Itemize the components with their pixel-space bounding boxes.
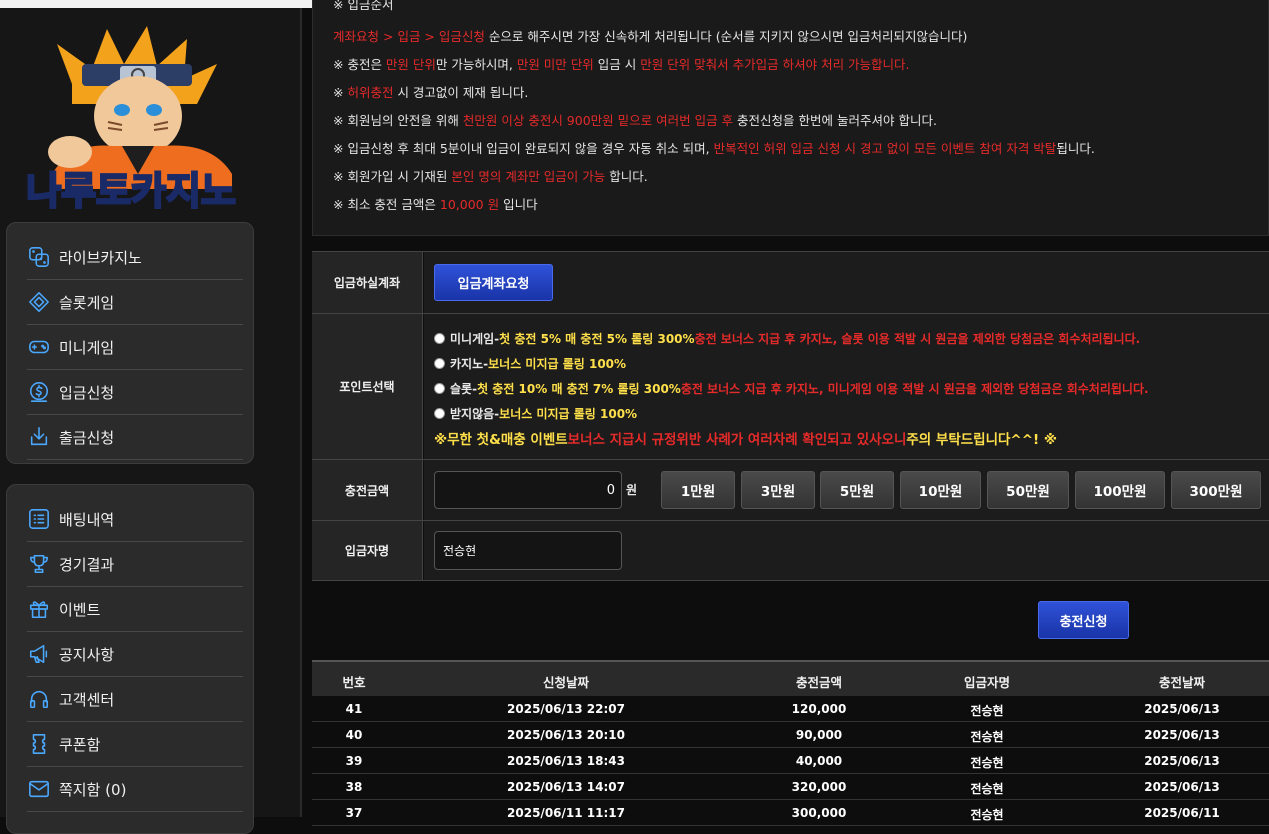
menu-label: 슬롯게임 xyxy=(59,293,115,312)
sub-menu-panel: 배팅내역 경기결과 이벤트 공지사항 고객센터 쿠폰함 쪽지함 (0) xyxy=(6,484,254,834)
header-charge-date: 충전날짜 xyxy=(1158,675,1206,690)
dice-icon xyxy=(27,245,51,269)
site-logo[interactable]: 나루토카지노 xyxy=(12,24,250,214)
menu-match-results[interactable]: 경기결과 xyxy=(27,542,243,587)
amount-button-100k[interactable]: 10만원 xyxy=(900,471,981,509)
menu-deposit[interactable]: 입금신청 xyxy=(27,370,243,415)
notice-line-timeout: ※ 입금신청 후 최대 5분이내 입금이 완료되지 않을 경우 자동 취소 되며… xyxy=(333,141,1095,156)
radio-casino[interactable] xyxy=(434,358,445,369)
menu-label: 라이브카지노 xyxy=(59,248,142,267)
menu-betting-history[interactable]: 배팅내역 xyxy=(27,497,243,542)
row-account: 입금하실계좌 입금계좌요청 xyxy=(312,252,1269,314)
menu-slot-game[interactable]: 슬롯게임 xyxy=(27,280,243,325)
amount-button-10k[interactable]: 1만원 xyxy=(661,471,735,509)
svg-text:나루토카지노: 나루토카지노 xyxy=(26,169,236,210)
menu-event[interactable]: 이벤트 xyxy=(27,587,243,632)
submit-deposit-button[interactable]: 충전신청 xyxy=(1038,601,1129,639)
menu-message-box[interactable]: 쪽지함 (0) xyxy=(27,767,243,812)
menu-label: 출금신청 xyxy=(59,428,115,447)
won-unit: 원 xyxy=(626,483,638,497)
naruto-logo-icon: 나루토카지노 xyxy=(25,26,237,214)
menu-label: 배팅내역 xyxy=(59,510,115,529)
download-icon xyxy=(27,425,51,449)
amount-button-50k[interactable]: 5만원 xyxy=(820,471,894,509)
menu-label: 쿠폰함 xyxy=(59,735,101,754)
header-depositor: 입금자명 xyxy=(963,675,1011,690)
amount-button-500k[interactable]: 50만원 xyxy=(987,471,1069,509)
menu-coupon-box[interactable]: 쿠폰함 xyxy=(27,722,243,767)
table-row: 41 2025/06/13 22:07 120,000 전승현 2025/06/… xyxy=(312,696,1269,722)
menu-customer-center[interactable]: 고객센터 xyxy=(27,677,243,722)
row-depositor: 입금자명 xyxy=(312,521,1269,581)
row-amount: 충전금액 원 1만원 3만원 5만원 10만원 50만원 100만원 300만원 xyxy=(312,460,1269,521)
amount-input[interactable] xyxy=(434,471,622,509)
amount-button-1m[interactable]: 100만원 xyxy=(1075,471,1165,509)
table-row: 40 2025/06/13 20:10 90,000 전승현 2025/06/1… xyxy=(312,722,1269,748)
deposit-page: ※ 입금순서 계좌요청 > 입금 > 입금신청 순으로 해주시면 가장 신속하게… xyxy=(312,0,1269,826)
table-row: 37 2025/06/11 11:17 300,000 전승현 2025/06/… xyxy=(312,800,1269,826)
amount-button-3m[interactable]: 300만원 xyxy=(1171,471,1261,509)
amount-button-30k[interactable]: 3만원 xyxy=(741,471,815,509)
notice-line-safety: ※ 회원님의 안전을 위해 천만원 이상 충전시 900만원 밑으로 여러번 입… xyxy=(333,113,937,128)
menu-notice[interactable]: 공지사항 xyxy=(27,632,243,677)
menu-label: 이벤트 xyxy=(59,600,101,619)
deposit-form: 입금하실계좌 입금계좌요청 포인트선택 미니게임 - 첫 충전 5% 매 충전 … xyxy=(312,251,1269,581)
gift-icon xyxy=(27,597,51,621)
main-menu-panel: 라이브카지노 슬롯게임 미니게임 입금신청 출금신청 xyxy=(6,222,254,464)
radio-mini[interactable] xyxy=(434,333,445,344)
trophy-icon xyxy=(27,552,51,576)
notice-line-unit: ※ 충전은 만원 단위만 가능하시며, 만원 미만 단위 입금 시 만원 단위 … xyxy=(333,57,910,72)
header-number: 번호 xyxy=(342,675,366,690)
point-label: 포인트선택 xyxy=(312,314,423,459)
notice-heading: ※ 입금순서 xyxy=(333,0,394,12)
notice-line-account: ※ 회원가입 시 기재된 본인 명의 계좌만 입금이 가능 합니다. xyxy=(333,169,648,184)
radio-slot[interactable] xyxy=(434,383,445,394)
menu-mini-game[interactable]: 미니게임 xyxy=(27,325,243,370)
history-header: 번호 신청날짜 충전금액 입금자명 충전날짜 xyxy=(312,660,1269,696)
gamepad-icon xyxy=(27,335,51,359)
radio-none[interactable] xyxy=(434,408,445,419)
ticket-icon xyxy=(27,732,51,756)
menu-label: 쪽지함 (0) xyxy=(59,780,127,799)
table-row: 38 2025/06/13 14:07 320,000 전승현 2025/06/… xyxy=(312,774,1269,800)
table-row: 39 2025/06/13 18:43 40,000 전승현 2025/06/1… xyxy=(312,748,1269,774)
point-option-none[interactable]: 받지않음 - 보너스 미지급 롤링 100% xyxy=(434,405,637,422)
point-option-casino[interactable]: 카지노 - 보너스 미지급 롤링 100% xyxy=(434,355,626,372)
amount-label: 충전금액 xyxy=(312,460,423,520)
sidebar: 나루토카지노 라이브카지노 슬롯게임 미니게임 입금신청 출금신청 배팅내역 경… xyxy=(0,8,300,834)
notice-line-minimum: ※ 최소 충전 금액은 10,000 원 입니다 xyxy=(333,197,538,212)
point-option-slot[interactable]: 슬롯 - 첫 충전 10% 매 충전 7% 롤링 300% 충전 보너스 지급 … xyxy=(434,380,1149,397)
diamond-icon xyxy=(27,290,51,314)
notice-line-fake: ※ 허위충전 시 경고없이 제재 됩니다. xyxy=(333,85,529,100)
point-option-mini[interactable]: 미니게임 - 첫 충전 5% 매 충전 5% 롤링 300% 충전 보너스 지급… xyxy=(434,330,1140,347)
list-icon xyxy=(27,507,51,531)
dollar-coin-icon xyxy=(27,380,51,404)
menu-label: 공지사항 xyxy=(59,645,115,664)
header-amount: 충전금액 xyxy=(795,675,843,690)
menu-live-casino[interactable]: 라이브카지노 xyxy=(27,235,243,280)
depositor-label: 입금자명 xyxy=(312,521,423,580)
menu-label: 경기결과 xyxy=(59,555,115,574)
header-request-date: 신청날짜 xyxy=(542,675,590,690)
menu-withdraw[interactable]: 출금신청 xyxy=(27,415,243,460)
account-label: 입금하실계좌 xyxy=(312,252,423,313)
menu-label: 입금신청 xyxy=(59,383,115,402)
sidebar-divider xyxy=(300,8,302,817)
headset-icon xyxy=(27,687,51,711)
menu-label: 미니게임 xyxy=(59,338,115,357)
megaphone-icon xyxy=(27,642,51,666)
deposit-notice-box: ※ 입금순서 계좌요청 > 입금 > 입금신청 순으로 해주시면 가장 신속하게… xyxy=(312,0,1269,236)
row-point-select: 포인트선택 미니게임 - 첫 충전 5% 매 충전 5% 롤링 300% 충전 … xyxy=(312,314,1269,460)
notice-line-order: 계좌요청 > 입금 > 입금신청 순으로 해주시면 가장 신속하게 처리됩니다 … xyxy=(333,29,968,44)
request-account-button[interactable]: 입금계좌요청 xyxy=(434,264,553,301)
depositor-name-input[interactable] xyxy=(434,531,622,570)
event-warning: ※무한 첫&매충 이벤트 보너스 지급시 규정위반 사례가 여러차례 확인되고 … xyxy=(434,432,1058,448)
envelope-icon xyxy=(27,777,51,801)
menu-label: 고객센터 xyxy=(59,690,115,709)
